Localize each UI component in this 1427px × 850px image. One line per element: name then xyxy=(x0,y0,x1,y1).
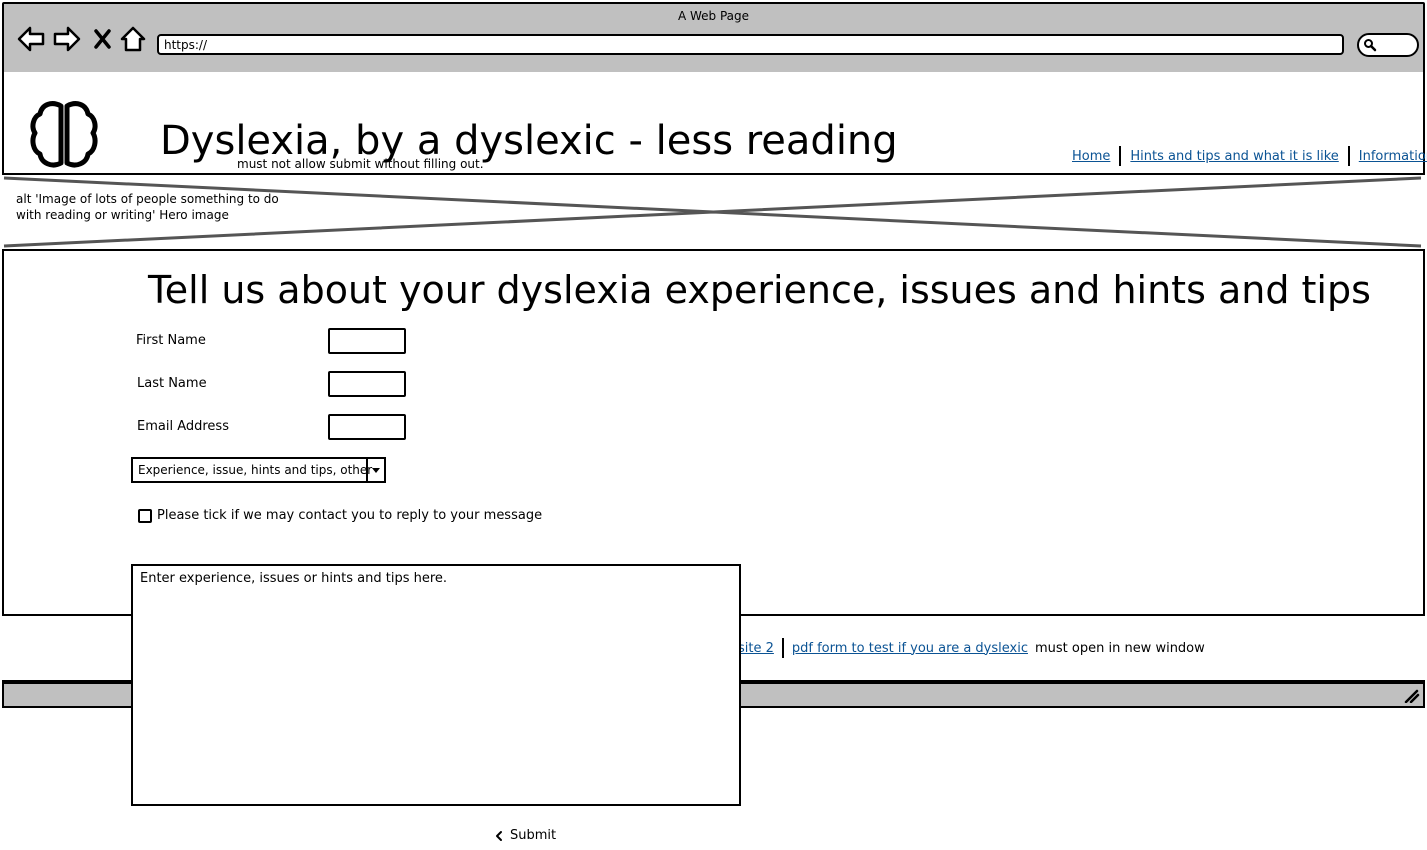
footer-divider xyxy=(781,638,784,658)
dropdown-arrow[interactable] xyxy=(366,459,384,481)
footer-annotation: must open in new window xyxy=(1034,640,1205,656)
footer-link-site-2[interactable]: site 2 xyxy=(738,641,774,656)
nav-link-hints-tips[interactable]: Hints and tips and what it is like xyxy=(1130,149,1338,164)
first-name-input[interactable] xyxy=(328,328,406,354)
search-icon xyxy=(1364,39,1377,52)
submit-label: Submit xyxy=(510,828,557,843)
caret-down-icon xyxy=(372,468,380,473)
nav-link-home[interactable]: Home xyxy=(1072,149,1110,164)
url-bar[interactable]: https:// xyxy=(157,34,1344,55)
submit-button[interactable]: Submit xyxy=(494,828,556,843)
last-name-input[interactable] xyxy=(328,371,406,397)
last-name-label: Last Name xyxy=(137,376,207,391)
email-label: Email Address xyxy=(137,419,229,434)
browser-toolbar: A Web Page https:// xyxy=(2,2,1425,74)
email-input[interactable] xyxy=(328,414,406,440)
footer-links: site 2 pdf form to test if you are a dys… xyxy=(738,638,1205,658)
browser-search-box[interactable] xyxy=(1357,33,1419,57)
category-select-value: Experience, issue, hints and tips, other xyxy=(138,463,373,477)
annotation-note: must not allow submit without filling ou… xyxy=(237,157,484,171)
hero-image-placeholder: alt 'Image of lots of people something t… xyxy=(2,173,1425,251)
window-title: A Web Page xyxy=(677,9,750,23)
chevron-left-icon xyxy=(496,830,502,841)
category-select[interactable]: Experience, issue, hints and tips, other xyxy=(131,457,386,483)
back-arrow-icon[interactable] xyxy=(16,25,46,53)
contact-consent-checkbox[interactable] xyxy=(138,509,152,523)
nav-divider xyxy=(1347,146,1350,166)
forward-arrow-icon[interactable] xyxy=(52,25,82,53)
nav-link-information[interactable]: Information xyxy=(1359,149,1427,164)
nav-divider xyxy=(1119,146,1122,166)
footer-link-dyslexia-test-pdf[interactable]: pdf form to test if you are a dyslexic xyxy=(792,641,1028,656)
stop-icon[interactable] xyxy=(93,25,113,53)
first-name-label: First Name xyxy=(136,333,206,348)
top-navigation: Home Hints and tips and what it is like … xyxy=(1072,146,1427,166)
hero-alt-text: alt 'Image of lots of people something t… xyxy=(16,192,279,222)
contact-consent-label: Please tick if we may contact you to rep… xyxy=(157,508,543,523)
message-textarea[interactable]: Enter experience, issues or hints and ti… xyxy=(131,564,741,806)
resize-grip-icon[interactable] xyxy=(1404,689,1420,703)
form-heading: Tell us about your dyslexia experience, … xyxy=(148,268,1371,312)
home-icon[interactable] xyxy=(119,25,147,53)
brain-icon xyxy=(30,101,98,168)
